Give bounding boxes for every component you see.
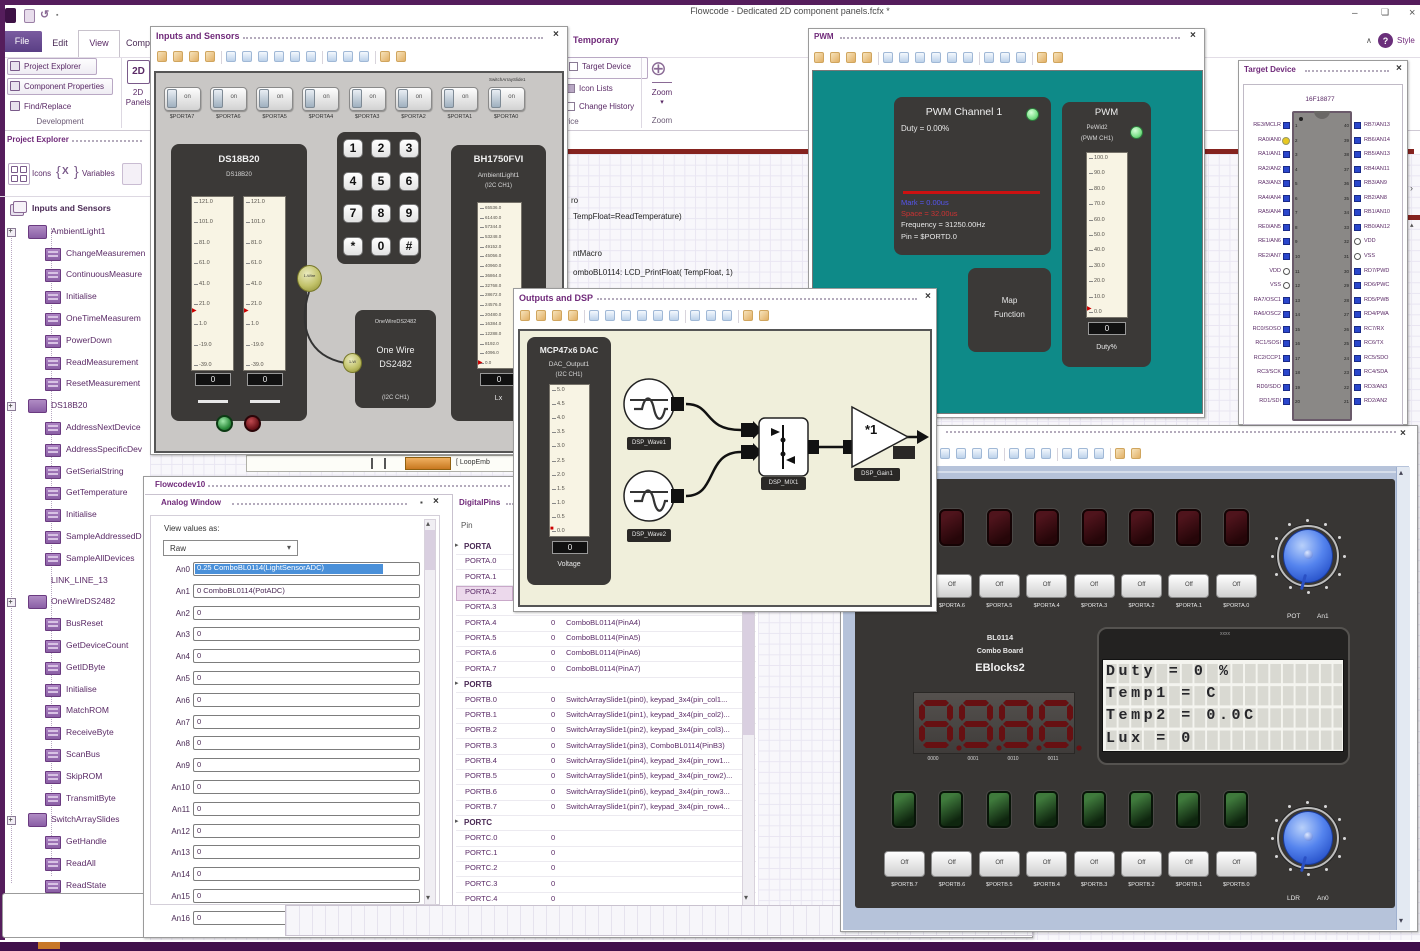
svg-text:*1: *1 <box>865 422 877 437</box>
